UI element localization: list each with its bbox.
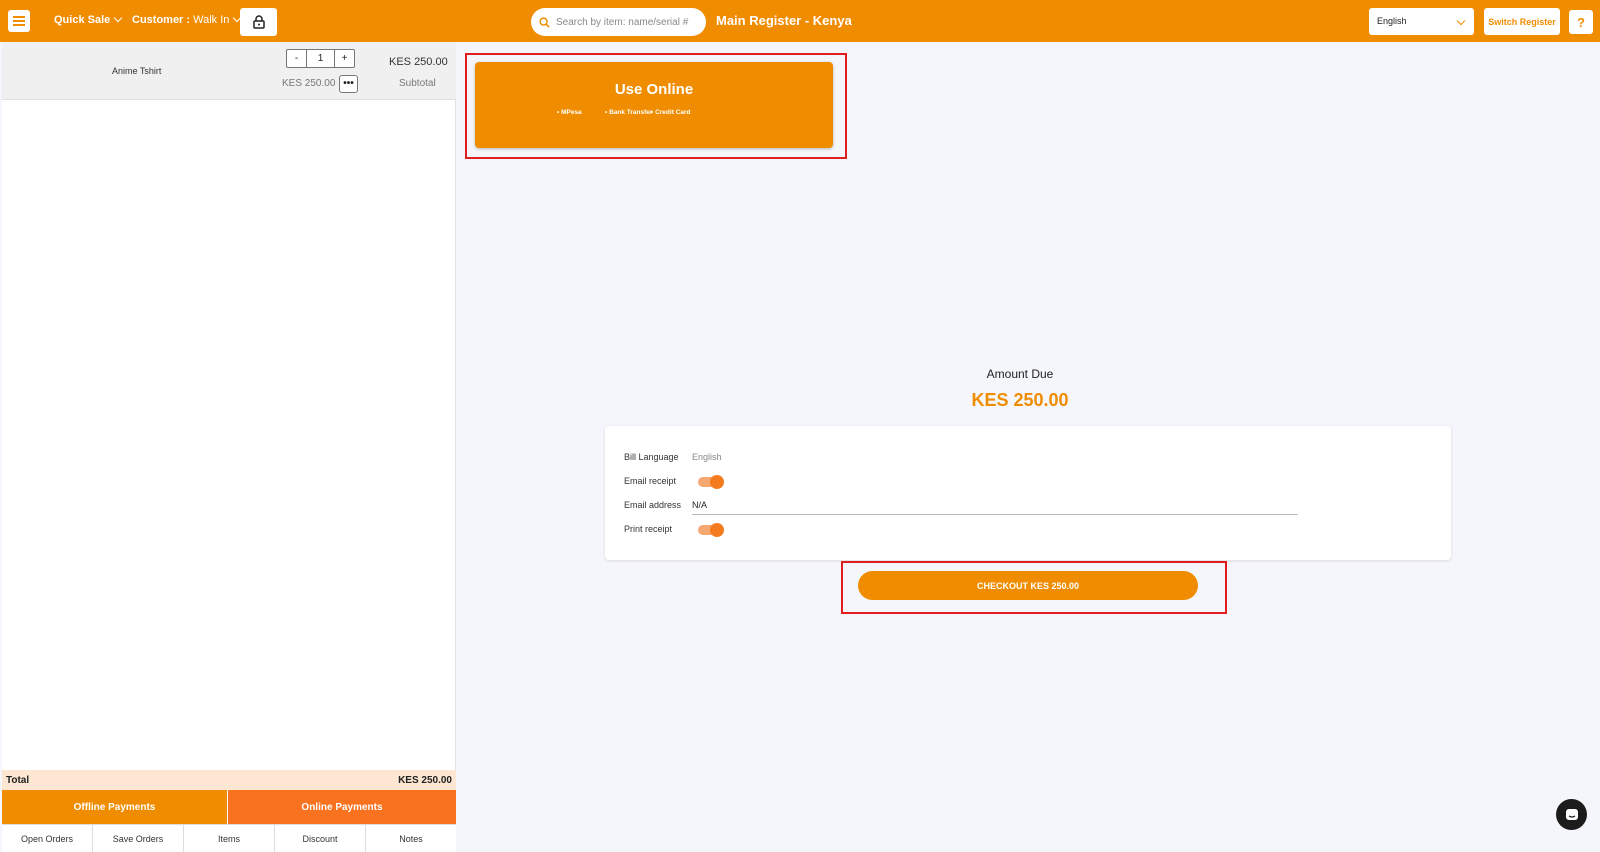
use-online-card[interactable]: Use Online • MPesa • Bank Transfer • Cre…: [475, 62, 833, 148]
method-credit-card: • Credit Card: [651, 109, 691, 116]
lock-button[interactable]: [240, 8, 277, 36]
tab-discount[interactable]: Discount: [275, 825, 366, 852]
tab-open-orders[interactable]: Open Orders: [2, 825, 93, 852]
email-receipt-toggle[interactable]: [698, 475, 724, 489]
quantity-stepper: - 1 +: [286, 49, 355, 68]
amount-due-label: Amount Due: [986, 367, 1054, 381]
customer-value: Walk In: [193, 14, 230, 26]
qty-decrement-button[interactable]: -: [287, 50, 306, 67]
chevron-down-icon: [1456, 16, 1466, 26]
email-address-field[interactable]: N/A: [692, 500, 707, 510]
cart-item-row: Anime Tshirt - 1 + KES 250.00 ••• KES 25…: [2, 42, 456, 100]
quick-sale-dropdown[interactable]: Quick Sale: [54, 13, 123, 26]
menu-icon[interactable]: [8, 10, 30, 32]
qty-value[interactable]: 1: [306, 50, 335, 67]
tab-items[interactable]: Items: [184, 825, 275, 852]
line-total: KES 250.00: [389, 56, 448, 68]
chat-button[interactable]: [1556, 799, 1587, 830]
register-title: Main Register - Kenya: [716, 13, 852, 28]
search-box: [531, 8, 706, 36]
search-icon: [539, 16, 550, 28]
total-label: Total: [6, 775, 30, 786]
print-receipt-label: Print receipt: [624, 524, 673, 534]
customer-label: Customer :: [132, 14, 191, 26]
chat-icon: [1565, 808, 1578, 820]
receipt-options-card: Bill Language English Email receipt Emai…: [605, 426, 1451, 560]
bottom-tabs: Open Orders Save Orders Items Discount N…: [2, 824, 456, 852]
checkout-button[interactable]: CHECKOUT KES 250.00: [858, 571, 1198, 600]
bill-language-label: Bill Language: [624, 452, 679, 462]
bill-language-value[interactable]: English: [692, 452, 722, 462]
method-bank-transfer: • Bank Transfer: [605, 109, 653, 116]
total-bar: Total KES 250.00: [2, 770, 456, 790]
switch-register-button[interactable]: Switch Register: [1484, 8, 1560, 35]
amount-due-value: KES 250.00: [971, 390, 1069, 410]
print-receipt-toggle[interactable]: [698, 523, 724, 537]
total-value: KES 250.00: [398, 775, 452, 786]
offline-payments-button[interactable]: Offline Payments: [2, 790, 227, 824]
subtotal-label: Subtotal: [399, 78, 436, 89]
qty-increment-button[interactable]: +: [335, 50, 354, 67]
search-input[interactable]: [556, 16, 696, 28]
quick-sale-label: Quick Sale: [54, 14, 111, 26]
help-button[interactable]: ?: [1569, 10, 1593, 34]
online-payments-button[interactable]: Online Payments: [228, 790, 456, 824]
email-receipt-label: Email receipt: [624, 476, 677, 486]
method-mpesa: • MPesa: [557, 109, 582, 116]
tab-notes[interactable]: Notes: [366, 825, 456, 852]
customer-dropdown[interactable]: Customer : Walk In: [132, 13, 242, 26]
use-online-title: Use Online: [614, 81, 694, 98]
language-value: English: [1377, 16, 1407, 26]
more-options-button[interactable]: •••: [339, 75, 358, 93]
item-name: Anime Tshirt: [112, 66, 162, 76]
cart-panel: Anime Tshirt - 1 + KES 250.00 ••• KES 25…: [2, 42, 456, 852]
unit-price: KES 250.00: [282, 78, 336, 89]
email-address-label: Email address: [624, 500, 682, 510]
tab-save-orders[interactable]: Save Orders: [93, 825, 184, 852]
email-address-underline: [692, 514, 1298, 515]
language-select[interactable]: English: [1369, 8, 1474, 35]
lock-icon: [252, 15, 265, 29]
chevron-down-icon: [114, 13, 123, 23]
top-bar: Quick Sale Customer : Walk In Main Regis…: [0, 0, 1600, 42]
